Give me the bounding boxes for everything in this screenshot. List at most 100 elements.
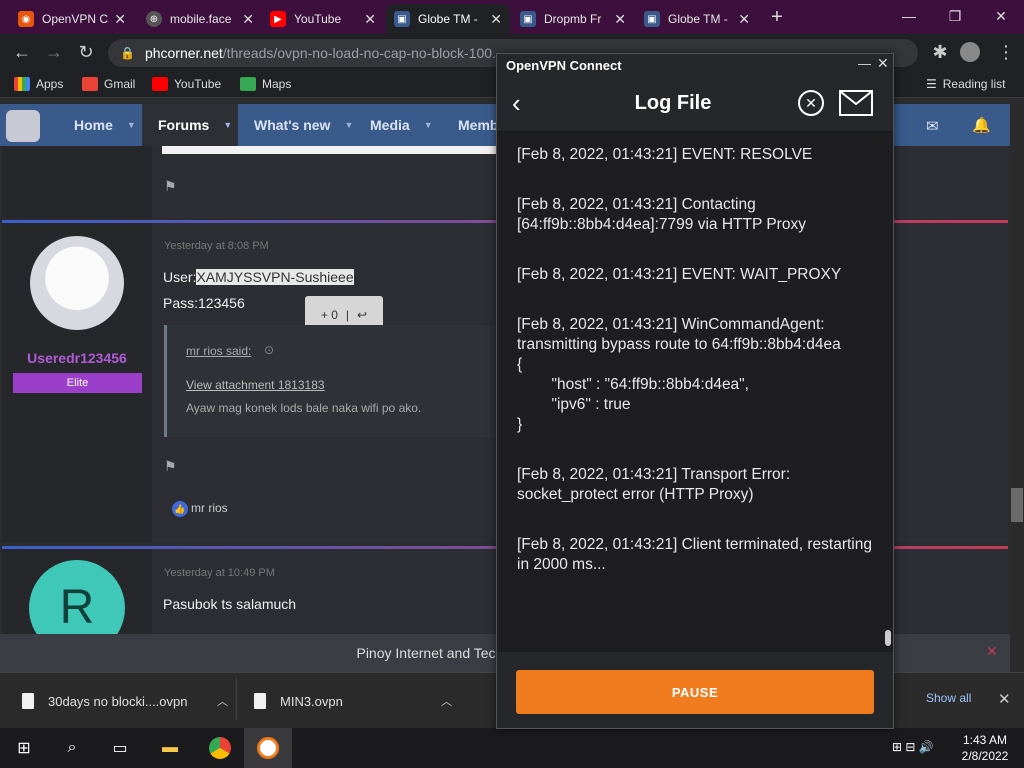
- scrollbar-thumb[interactable]: [1011, 488, 1023, 522]
- post-time[interactable]: Yesterday at 10:49 PM: [164, 567, 275, 579]
- reload-icon[interactable]: ↻: [74, 40, 98, 64]
- clock[interactable]: 1:43 AM 2/8/2022: [950, 732, 1020, 764]
- log-title: Log File: [634, 92, 712, 114]
- close-icon[interactable]: ✕: [364, 11, 376, 28]
- nav-forums[interactable]: Forums ▼: [142, 104, 238, 146]
- username[interactable]: Useredr123456: [12, 350, 142, 366]
- nav-media[interactable]: Media ▼: [354, 104, 449, 146]
- bell-icon[interactable]: 🔔: [972, 116, 991, 134]
- close-icon[interactable]: ✕: [738, 11, 750, 28]
- file-icon: [22, 693, 34, 709]
- post-pass-line: Pass:123456: [163, 295, 245, 311]
- chevron-up-icon[interactable]: ︿: [217, 693, 228, 709]
- inbox-icon[interactable]: ✉: [926, 117, 939, 135]
- post-text: Pasubok ts salamuch: [163, 596, 297, 612]
- nav-label: Forums: [158, 117, 210, 133]
- post-time[interactable]: Yesterday at 8:08 PM: [164, 240, 269, 252]
- pause-button[interactable]: PAUSE: [516, 670, 874, 714]
- new-tab-button[interactable]: +: [766, 6, 788, 28]
- search-icon[interactable]: ⌕: [48, 728, 96, 768]
- post-user-line: User:XAMJYSSVPN-Sushieee: [163, 269, 354, 285]
- tab-youtube[interactable]: ▶ YouTube ✕: [262, 4, 384, 34]
- tab-globe-tm-2[interactable]: ▣ Globe TM - ✕: [636, 4, 758, 34]
- close-icon[interactable]: ✕: [614, 11, 626, 28]
- clear-log-icon[interactable]: ✕: [798, 90, 824, 116]
- close-icon[interactable]: ✕: [114, 11, 126, 28]
- user-prefix: User:: [163, 269, 197, 285]
- file-icon: [254, 693, 266, 709]
- close-icon[interactable]: ✕: [242, 11, 254, 28]
- tray-icons[interactable]: ⊞ ⊟ 🔊: [892, 740, 934, 754]
- quote-author[interactable]: mr rios said:: [186, 344, 251, 358]
- windows-start-icon[interactable]: ⊞: [0, 728, 48, 768]
- close-window-icon[interactable]: ✕: [877, 55, 889, 72]
- forward-arrow-icon[interactable]: →: [42, 40, 66, 64]
- window-title: OpenVPN Connect: [506, 57, 622, 73]
- menu-dots-icon[interactable]: ⋮: [994, 40, 1018, 64]
- flag-icon[interactable]: ⚑: [164, 178, 177, 195]
- previous-post-box: [162, 146, 496, 154]
- bookmark-maps[interactable]: Maps: [240, 74, 291, 94]
- back-chevron-icon[interactable]: ‹: [512, 90, 521, 116]
- back-arrow-icon[interactable]: ←: [10, 40, 34, 64]
- avatar[interactable]: [30, 236, 124, 330]
- tab-dropmb[interactable]: ▣ Dropmb Fr ✕: [512, 4, 634, 34]
- reply-icon[interactable]: ↩: [357, 308, 367, 322]
- reading-list-icon: ☰: [926, 77, 937, 91]
- minimize-icon[interactable]: —: [886, 0, 932, 32]
- page-scrollbar[interactable]: [1010, 98, 1024, 672]
- openvpn-taskbar-icon[interactable]: [244, 728, 292, 768]
- chrome-icon[interactable]: [196, 728, 244, 768]
- reaction-user[interactable]: mr rios: [191, 501, 228, 515]
- tab-title: OpenVPN C: [42, 12, 109, 26]
- download-name: MIN3.ovpn: [280, 693, 343, 709]
- maps-icon: [240, 77, 256, 91]
- log-line: [Feb 8, 2022, 01:43:21] EVENT: WAIT_PROX…: [517, 266, 842, 283]
- reading-list-button[interactable]: ☰ Reading list: [926, 74, 1005, 94]
- nav-whats-new[interactable]: What's new ▼: [238, 104, 369, 146]
- log-scrollbar-thumb[interactable]: [885, 630, 891, 646]
- tab-openvpn[interactable]: ◉ OpenVPN C ✕: [10, 4, 134, 34]
- phcorner-icon: ▣: [394, 11, 410, 27]
- close-icon[interactable]: ✕: [998, 690, 1011, 708]
- extensions-puzzle-icon[interactable]: ✱: [928, 40, 952, 64]
- arrow-up-circle-icon[interactable]: ⊙: [264, 343, 274, 357]
- restore-icon[interactable]: ❐: [932, 0, 978, 32]
- clock-time: 1:43 AM: [962, 733, 1008, 747]
- log-line: [Feb 8, 2022, 01:43:21] WinCommandAgent:…: [517, 316, 841, 433]
- openvpn-icon: ◉: [18, 11, 34, 27]
- quote-count: + 0: [320, 308, 338, 322]
- close-window-icon[interactable]: ✕: [978, 0, 1024, 32]
- bookmark-youtube[interactable]: YouTube: [152, 74, 221, 94]
- like-icon: 👍: [172, 501, 188, 517]
- download-item-1[interactable]: 30days no blocki....ovpn ︿: [22, 686, 228, 716]
- chevron-up-icon[interactable]: ︿: [441, 693, 452, 709]
- email-log-icon[interactable]: [839, 90, 873, 116]
- file-explorer-icon[interactable]: ▬: [146, 728, 194, 768]
- apps-grid-icon: [14, 77, 30, 91]
- close-icon[interactable]: ✕: [490, 11, 502, 28]
- flag-icon[interactable]: ⚑: [164, 458, 177, 475]
- phcorner-logo[interactable]: [6, 110, 40, 142]
- show-all-link[interactable]: Show all: [926, 691, 971, 705]
- clock-date: 2/8/2022: [961, 749, 1009, 763]
- minimize-icon[interactable]: —: [858, 56, 871, 71]
- close-icon[interactable]: ✕: [986, 643, 998, 660]
- youtube-icon: [152, 77, 168, 91]
- tab-globe-tm-active[interactable]: ▣ Globe TM - ✕: [386, 4, 510, 34]
- log-content[interactable]: [Feb 8, 2022, 01:43:21] EVENT: RESOLVE […: [497, 132, 893, 652]
- quote-text: Ayaw mag konek lods bale naka wifi po ak…: [186, 401, 422, 415]
- bookmark-apps[interactable]: Apps: [14, 74, 63, 94]
- task-view-icon[interactable]: ▭: [96, 728, 144, 768]
- openvpn-titlebar: OpenVPN Connect: [497, 54, 893, 76]
- bookmark-gmail[interactable]: Gmail: [82, 74, 135, 94]
- download-item-2[interactable]: MIN3.ovpn ︿: [254, 686, 452, 716]
- view-attachment-link[interactable]: View attachment 1813183: [186, 378, 325, 392]
- nav-home[interactable]: Home ▼: [58, 104, 152, 146]
- phcorner-icon: ▣: [520, 11, 536, 27]
- globe-icon: ⊕: [146, 11, 162, 27]
- profile-avatar[interactable]: [960, 42, 980, 62]
- tab-mobile-face[interactable]: ⊕ mobile.face ✕: [138, 4, 262, 34]
- tab-title: YouTube: [294, 12, 342, 26]
- selected-username-text: XAMJYSSVPN-Sushieee: [196, 269, 354, 285]
